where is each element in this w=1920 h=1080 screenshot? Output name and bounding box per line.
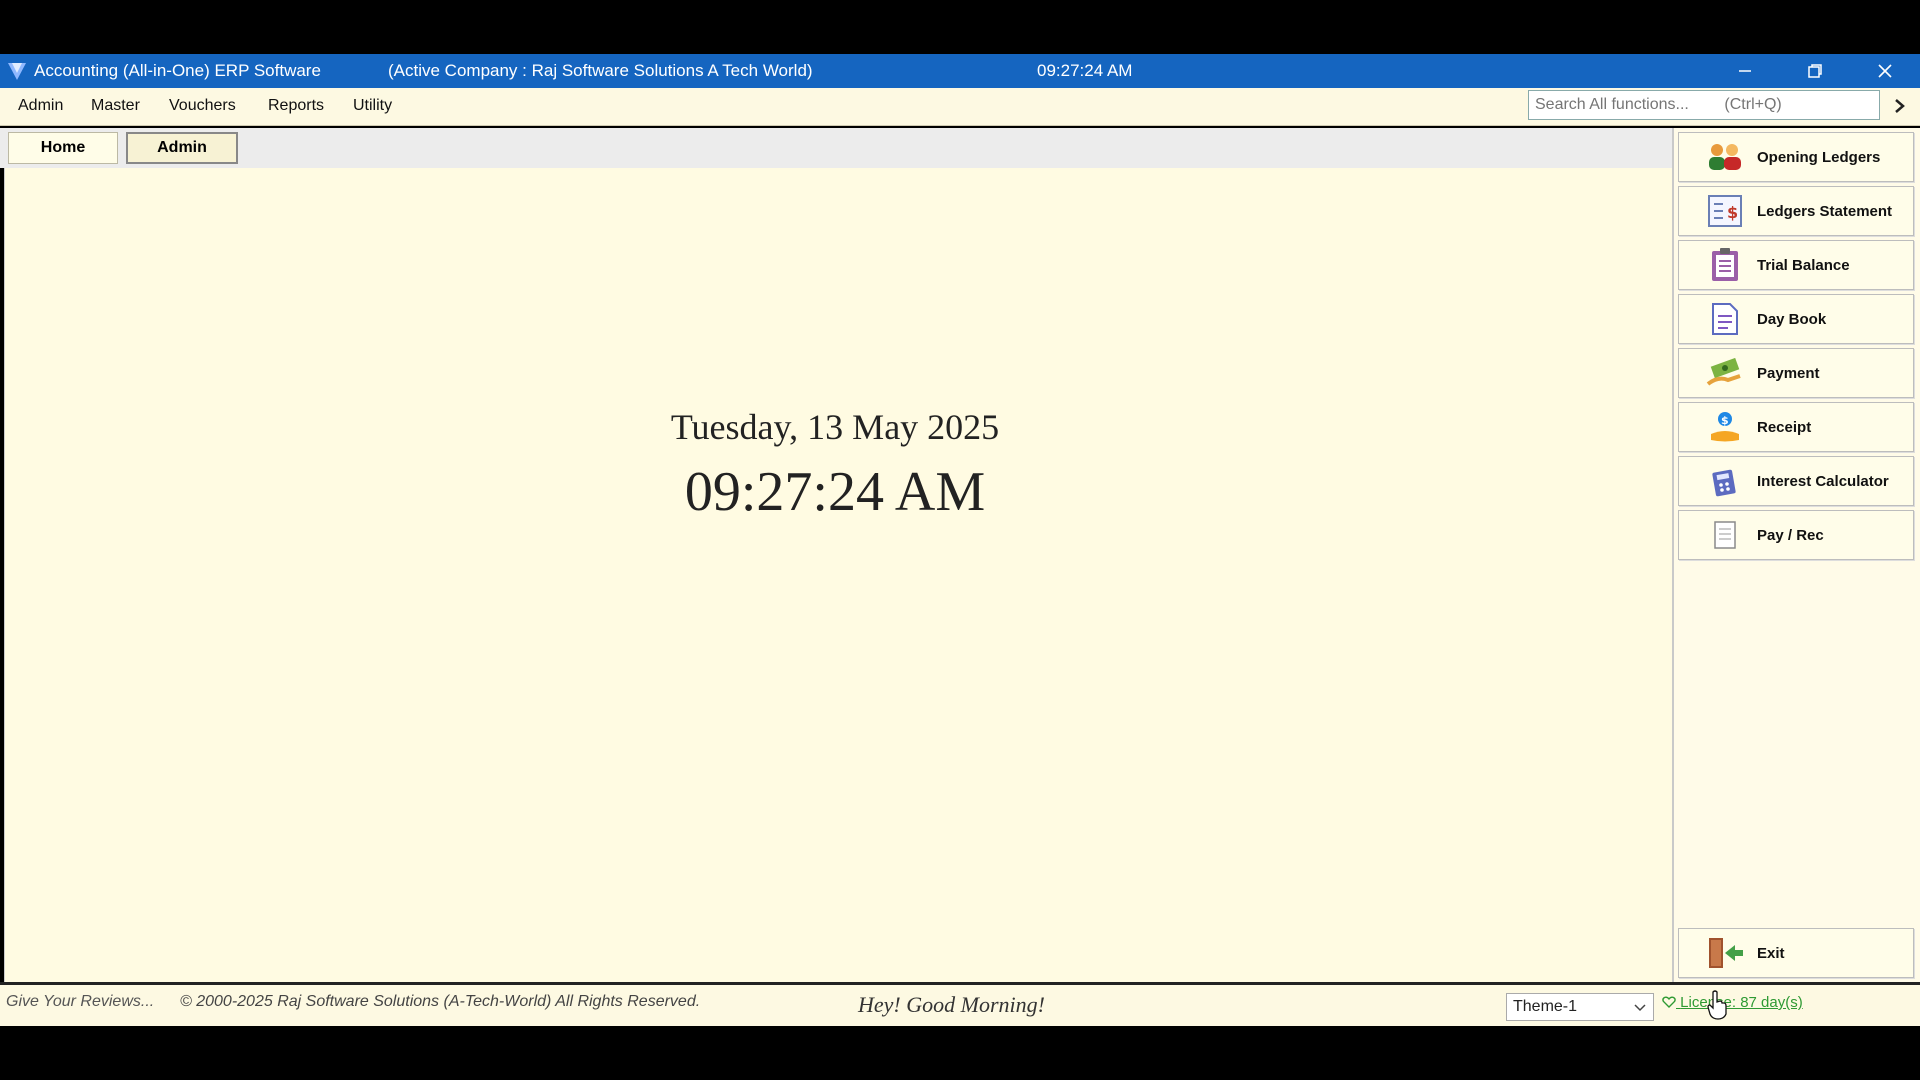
maximize-icon — [1808, 64, 1822, 78]
give-reviews-link[interactable]: Give Your Reviews... — [6, 993, 154, 1011]
titlebar-clock: 09:27:24 AM — [1037, 61, 1133, 80]
menu-vouchers[interactable]: Vouchers — [169, 97, 236, 115]
payment-label: Payment — [1757, 364, 1820, 382]
close-icon — [1878, 64, 1892, 78]
ledgers-statement-button[interactable]: $ Ledgers Statement — [1678, 186, 1914, 236]
day-book-button[interactable]: Day Book — [1678, 294, 1914, 344]
current-time: 09:27:24 AM — [684, 461, 986, 523]
app-logo-icon — [8, 63, 26, 80]
status-bar: Give Your Reviews... © 2000-2025 Raj Sof… — [0, 982, 1920, 1026]
menu-admin[interactable]: Admin — [18, 97, 63, 115]
opening-ledgers-button[interactable]: Opening Ledgers — [1678, 132, 1914, 182]
document-icon — [1705, 301, 1745, 337]
license-text: License: 87 day(s) — [1680, 994, 1803, 1011]
payment-button[interactable]: Payment — [1678, 348, 1914, 398]
pay-rec-label: Pay / Rec — [1757, 526, 1824, 544]
home-content: Tuesday, 13 May 2025 09:27:24 AM — [4, 168, 1672, 982]
users-icon — [1705, 139, 1745, 175]
chevron-right-icon[interactable] — [1890, 96, 1910, 116]
ledger-statement-icon: $ — [1705, 193, 1745, 229]
maximize-button[interactable] — [1780, 54, 1850, 88]
menu-master[interactable]: Master — [91, 97, 140, 115]
close-button[interactable] — [1850, 54, 1920, 88]
interest-calculator-label: Interest Calculator — [1757, 472, 1889, 490]
svg-text:$: $ — [1727, 203, 1738, 222]
receipt-hand-icon: $ — [1705, 409, 1745, 445]
minimize-icon — [1739, 70, 1751, 72]
theme-select[interactable]: Theme-1 — [1506, 993, 1654, 1021]
hand-cursor-icon — [1707, 990, 1727, 1020]
tab-home[interactable]: Home — [8, 132, 118, 164]
title-bar: Accounting (All-in-One) ERP Software (Ac… — [0, 54, 1920, 88]
tab-admin[interactable]: Admin — [126, 132, 238, 164]
minimize-button[interactable] — [1710, 54, 1780, 88]
current-date: Tuesday, 13 May 2025 — [670, 407, 1000, 447]
chevron-down-icon — [1634, 1004, 1646, 1012]
opening-ledgers-label: Opening Ledgers — [1757, 148, 1881, 166]
exit-label: Exit — [1757, 944, 1785, 962]
app-title: Accounting (All-in-One) ERP Software — [34, 61, 321, 80]
quick-access-panel: Opening Ledgers $ Ledgers Statement Tria… — [1672, 128, 1920, 982]
day-book-label: Day Book — [1757, 310, 1827, 328]
svg-text:$: $ — [1721, 414, 1729, 427]
page-icon — [1705, 517, 1745, 553]
pay-rec-button[interactable]: Pay / Rec — [1678, 510, 1914, 560]
menu-utility[interactable]: Utility — [353, 97, 392, 115]
receipt-label: Receipt — [1757, 418, 1812, 436]
money-icon — [1705, 355, 1745, 391]
receipt-button[interactable]: $ Receipt — [1678, 402, 1914, 452]
copyright-text: © 2000-2025 Raj Software Solutions (A-Te… — [180, 993, 701, 1010]
calculator-icon — [1705, 463, 1745, 499]
tab-strip: Home Admin — [0, 128, 1672, 168]
menu-reports[interactable]: Reports — [268, 97, 324, 115]
search-input[interactable] — [1528, 90, 1880, 120]
license-link[interactable]: License: 87 day(s) — [1662, 994, 1803, 1011]
ledgers-statement-label: Ledgers Statement — [1757, 202, 1893, 220]
active-company: (Active Company : Raj Software Solutions… — [388, 61, 813, 80]
interest-calculator-button[interactable]: Interest Calculator — [1678, 456, 1914, 506]
clipboard-icon — [1705, 247, 1745, 283]
exit-button[interactable]: Exit — [1678, 928, 1914, 978]
greeting-text: Hey! Good Morning! — [858, 992, 1045, 1017]
heart-icon — [1662, 996, 1676, 1008]
exit-door-icon — [1705, 935, 1745, 971]
theme-selected-value: Theme-1 — [1513, 998, 1578, 1015]
trial-balance-button[interactable]: Trial Balance — [1678, 240, 1914, 290]
trial-balance-label: Trial Balance — [1757, 256, 1850, 274]
